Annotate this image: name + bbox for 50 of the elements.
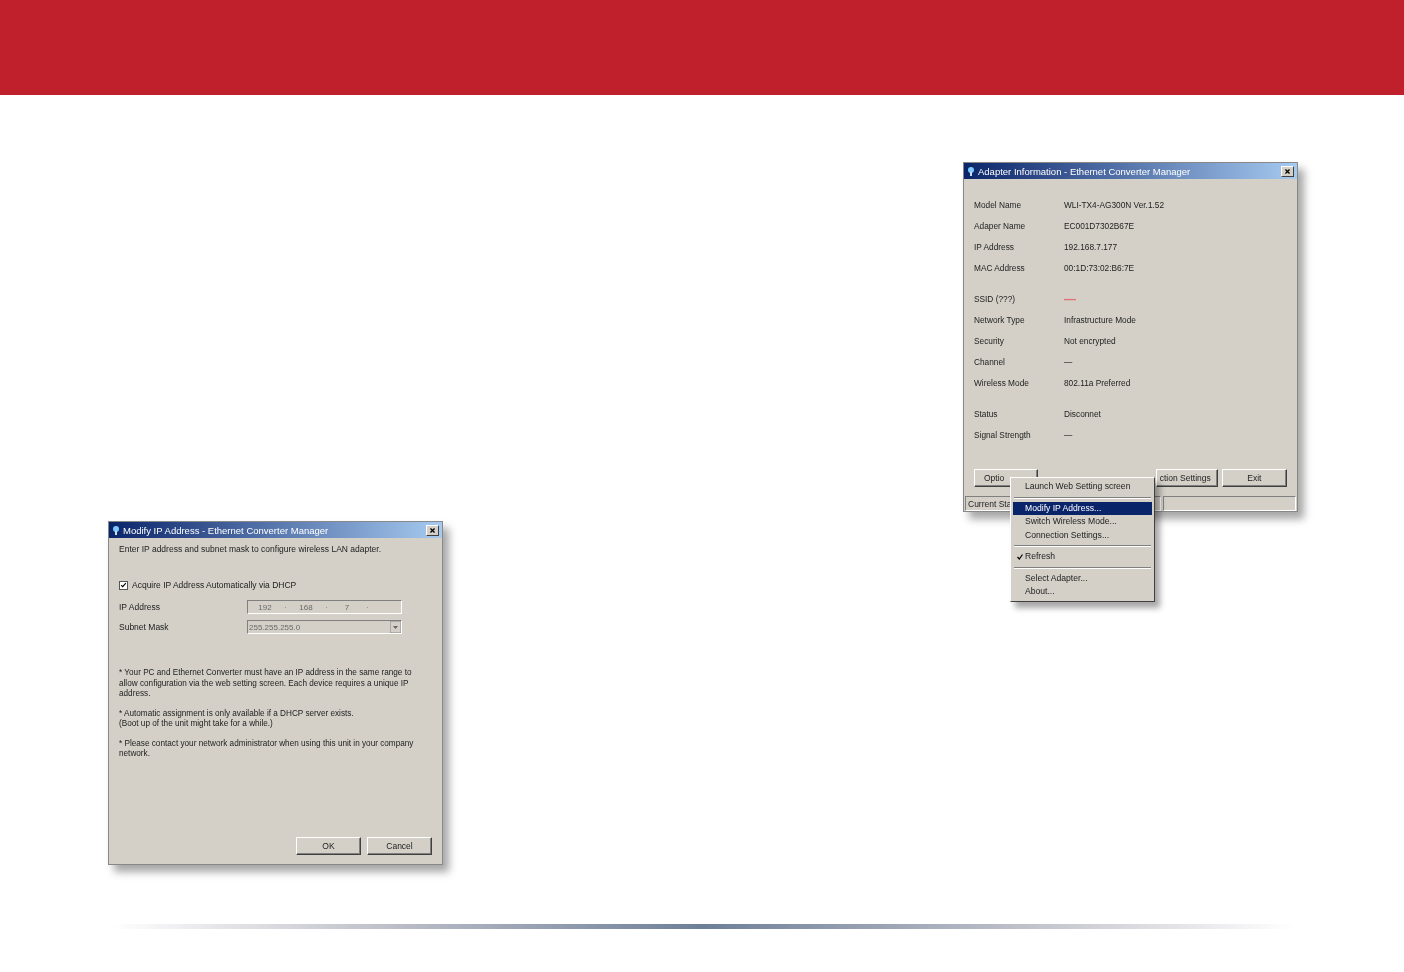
dialog-button[interactable]: Exit [1221,469,1287,487]
dialog-button[interactable]: Cancel [367,837,432,855]
info-label: Signal Strength [974,429,1032,440]
app-icon [967,166,975,176]
info-value: Not encrypted [1064,335,1116,346]
instruction-text: Enter IP address and subnet mask to configure wireless LAN adapter. [119,544,383,554]
checkbox-label: Acquire IP Address Automatically via DHCP [132,580,297,590]
info-value: 00:1D:73:02:B6:7E [1064,262,1135,273]
info-label: Channel [974,356,1006,367]
note-text: * Automatic assignment is only available if a DHCP server exists. (Boot up of the unit might take for a while.) [119,708,355,730]
menu-item[interactable]: About... [1013,585,1152,599]
info-value: 802.11a Preferred [1064,377,1131,388]
close-icon[interactable] [1281,165,1294,177]
info-value: Disconnet [1064,408,1101,419]
menu-item[interactable]: Refresh [1013,550,1152,564]
ip-octet: 7 [343,602,351,612]
info-value: 192.168.7.177 [1064,241,1118,252]
info-label: SSID (???) [974,293,1017,304]
info-label: Status [974,408,999,419]
note-text: * Your PC and Ethernet Converter must have an IP address in the same range to allow configuration via the web setting screen. Each device requires a unique IP address. [119,668,413,700]
window-title: Adapter Information - Ethernet Converter Manager [978,165,1192,177]
info-label: Model Name [974,199,1023,210]
dialog-button[interactable]: OK [296,837,361,855]
app-icon [112,525,120,535]
menu-item[interactable]: Modify IP Address... [1013,501,1152,515]
dialog-button[interactable]: ction Settings [1156,469,1218,487]
info-value: — [1064,291,1076,306]
info-label: IP Address [974,241,1015,252]
window-title: Modify IP Address - Ethernet Converter Manager [123,524,330,536]
info-label: Network Type [974,314,1026,325]
info-label: Wireless Mode [974,377,1030,388]
info-value: — [1064,356,1073,367]
checkbox[interactable] [119,580,128,590]
field-label: Subnet Mask [119,622,170,632]
info-label: Security [974,335,1005,346]
menu-item[interactable]: Connection Settings... [1013,528,1152,542]
note-text: * Please contact your network administrator when using this unit in your company network. [119,738,415,760]
field-label: IP Address [119,602,161,612]
ip-octet: 192 [257,602,273,612]
info-value: EC001D7302B67E [1064,220,1135,231]
info-value: Infrastructure Mode [1064,314,1136,325]
info-label: MAC Address [974,262,1026,273]
menu-item[interactable]: Switch Wireless Mode... [1013,515,1152,529]
ip-octet: 168 [298,602,314,612]
check-icon [1017,554,1023,560]
info-value: — [1064,429,1073,440]
close-icon[interactable] [426,524,439,536]
info-value: WLI-TX4-AG300N Ver.1.52 [1064,199,1165,210]
info-label: Adaper Name [974,220,1027,231]
menu-item[interactable]: Select Adapter... [1013,571,1152,585]
